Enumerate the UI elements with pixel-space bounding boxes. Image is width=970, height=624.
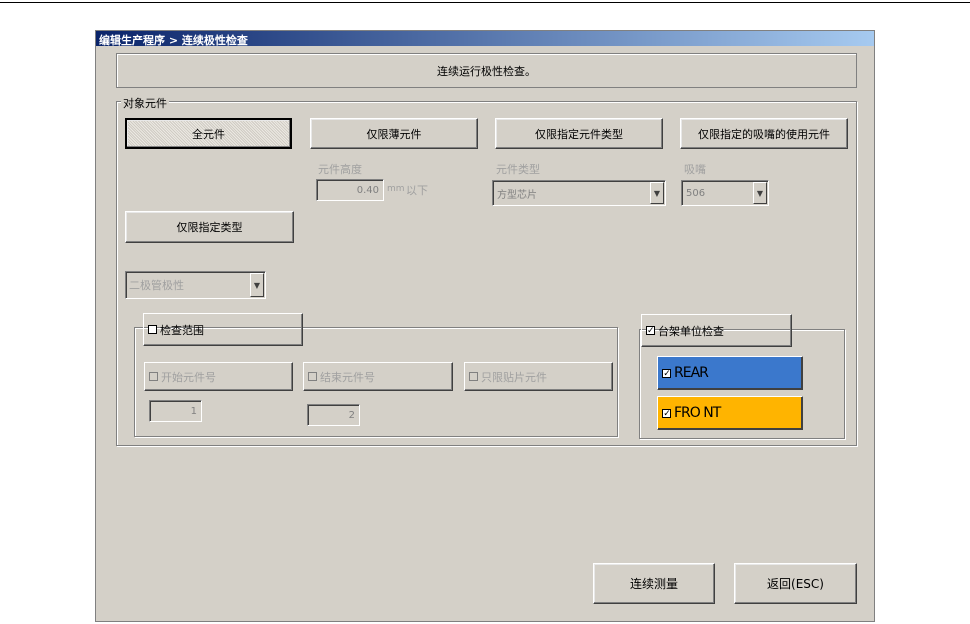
start-number-toggle[interactable]: 开始元件号: [144, 362, 293, 391]
kind-select[interactable]: 二极管极性 ▼: [125, 271, 266, 299]
height-suffix: 以下: [406, 184, 428, 197]
end-number-checkbox[interactable]: [308, 372, 317, 381]
nozzle-label: 吸嘴: [684, 163, 706, 176]
start-number-input[interactable]: 1: [149, 400, 202, 422]
end-number-toggle[interactable]: 结束元件号: [303, 362, 453, 391]
message-box: 连续运行极性检查。: [116, 53, 857, 88]
specified-nozzle-button[interactable]: 仅限指定的吸嘴的使用元件: [680, 118, 848, 149]
height-input[interactable]: 0.40: [316, 179, 384, 201]
dialog-window: 编辑生产程序 > 连续极性检查 连续运行极性检查。 对象元件 全元件 仅限薄元件…: [95, 30, 875, 622]
table-unit-label: 台架单位检查: [658, 324, 724, 338]
part-type-label: 元件类型: [496, 163, 540, 176]
window-title: 编辑生产程序 > 连续极性检查: [99, 34, 248, 47]
rear-toggle[interactable]: ✓ REAR: [657, 356, 803, 390]
end-number-label: 结束元件号: [320, 370, 375, 384]
only-mount-label: 只限贴片元件: [481, 370, 547, 384]
rear-checkbox[interactable]: ✓: [662, 368, 671, 378]
check-range-checkbox[interactable]: [148, 325, 157, 334]
title-bar: 编辑生产程序 > 连续极性检查: [96, 31, 874, 47]
continuous-measure-button[interactable]: 连续测量: [593, 563, 715, 604]
specified-kind-button[interactable]: 仅限指定类型: [125, 211, 294, 243]
nozzle-select[interactable]: 506 ▼: [681, 180, 769, 206]
height-label: 元件高度: [318, 163, 362, 176]
only-mount-toggle[interactable]: 只限贴片元件: [464, 362, 613, 391]
start-number-checkbox[interactable]: [149, 372, 158, 381]
start-number-label: 开始元件号: [161, 370, 216, 384]
rear-label: REAR: [674, 365, 709, 381]
specified-type-button[interactable]: 仅限指定元件类型: [495, 118, 663, 149]
front-checkbox[interactable]: ✓: [662, 408, 671, 418]
front-label: FRO NT: [674, 405, 721, 421]
message-text: 连续运行极性检查。: [437, 64, 536, 78]
target-components-label: 对象元件: [121, 95, 169, 111]
table-unit-checkbox[interactable]: ✓: [646, 326, 655, 336]
top-divider: [0, 2, 970, 3]
end-number-input[interactable]: 2: [307, 404, 360, 426]
check-range-label: 检查范围: [160, 323, 204, 337]
chevron-down-icon[interactable]: ▼: [650, 182, 664, 204]
front-toggle[interactable]: ✓ FRO NT: [657, 396, 803, 430]
part-type-select[interactable]: 方型芯片 ▼: [492, 180, 666, 206]
only-mount-checkbox[interactable]: [469, 372, 478, 381]
height-unit: mm: [387, 184, 405, 194]
table-unit-toggle[interactable]: ✓ 台架单位检查: [641, 314, 792, 347]
chevron-down-icon[interactable]: ▼: [753, 182, 767, 204]
return-esc-button[interactable]: 返回(ESC): [734, 563, 857, 604]
chevron-down-icon[interactable]: ▼: [250, 273, 264, 297]
check-range-toggle[interactable]: 检查范围: [143, 313, 303, 346]
all-components-button[interactable]: 全元件: [125, 118, 292, 149]
thin-components-button[interactable]: 仅限薄元件: [310, 118, 478, 149]
